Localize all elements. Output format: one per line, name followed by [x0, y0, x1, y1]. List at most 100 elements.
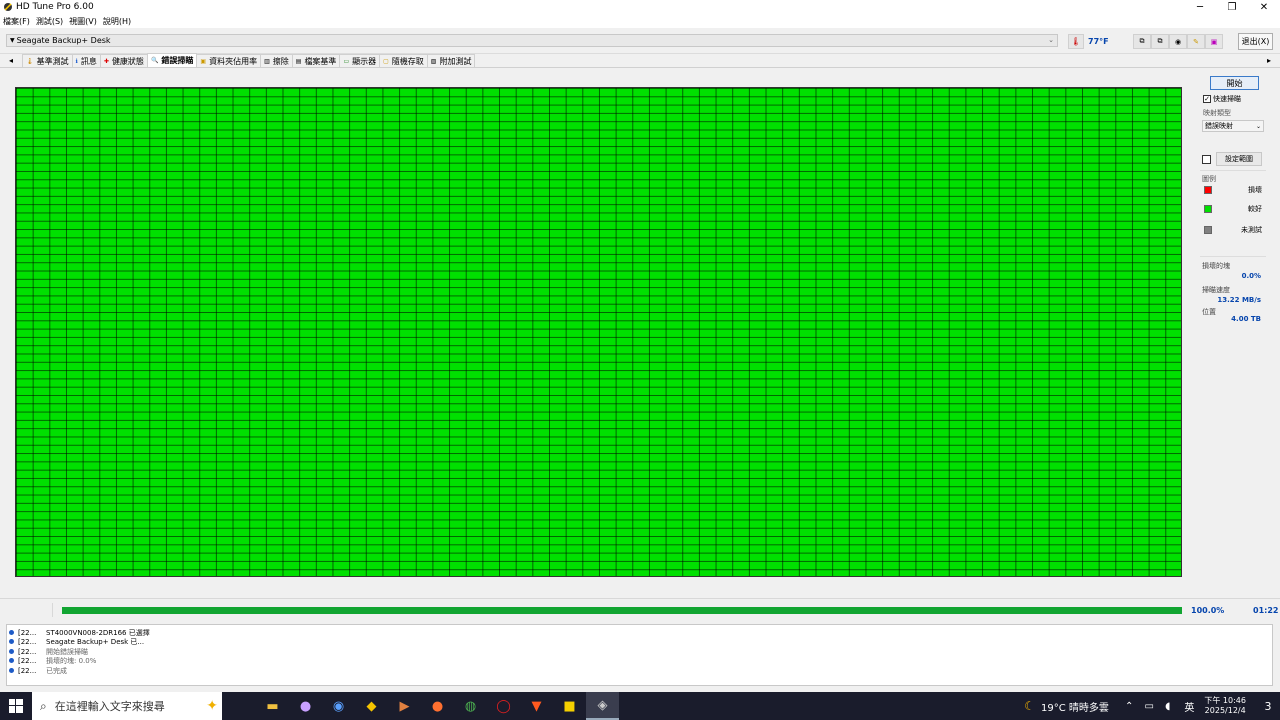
log-entry: [22... 損壞的塊: 0.0% [9, 656, 96, 665]
drive-dropdown-arrow-icon: ▼ [10, 37, 15, 44]
extra-tests-icon: ▧ [430, 57, 437, 65]
scan-progress-bar [62, 607, 1182, 614]
tab-benchmark[interactable]: 🌡 基準測試 [22, 54, 73, 67]
tab-erase[interactable]: ▥ 擦除 [260, 54, 293, 67]
info-dot-icon [9, 658, 14, 663]
set-range-button[interactable]: 設定範圍 [1216, 152, 1262, 166]
options-icon[interactable]: ✎ [1187, 34, 1205, 49]
error-scan-block-map [15, 87, 1182, 577]
damaged-blocks-value: 0.0% [1241, 272, 1261, 280]
menu-bar: 檔案(F) 測試(S) 視圖(V) 說明(H) [0, 14, 1280, 28]
clock[interactable]: 下午 10:46 2025/12/4 [1204, 696, 1246, 716]
file-explorer-icon[interactable]: ▬ [256, 692, 289, 720]
save-icon[interactable]: ▣ [1205, 34, 1223, 49]
legend-item-good: 較好 [1204, 204, 1262, 214]
error-scan-icon: 🔍 [150, 57, 159, 64]
taskbar: ⌕ 在這裡輸入文字來搜尋 ✦ ▬ ● ◉ ◆ ▶ ● ◍ ◯ ▼ ■ ◈ ☾ 1… [0, 692, 1280, 720]
screenshot-icon[interactable]: ◉ [1169, 34, 1187, 49]
search-icon: ⌕ [40, 698, 47, 713]
tab-file-benchmark[interactable]: ▤ 檔案基準 [291, 54, 341, 67]
maps-pin-icon[interactable]: ● [289, 692, 322, 720]
menu-file[interactable]: 檔案(F) [3, 16, 30, 27]
ime-indicator[interactable]: 英 [1184, 699, 1194, 714]
title-bar: HD Tune Pro 6.00 ─ ❐ ✕ [0, 0, 1280, 14]
tab-monitor[interactable]: ▭ 顯示器 [339, 54, 381, 67]
quick-scan-label: 快速掃瞄 [1213, 95, 1241, 103]
scan-progress-fill [62, 607, 1182, 614]
weather-widget[interactable]: ☾ 19°C 晴時多雲 [1024, 699, 1109, 714]
start-button[interactable]: 開始 [1210, 76, 1259, 90]
temperature-readout: 77°F [1088, 37, 1109, 46]
close-button[interactable]: ✕ [1248, 0, 1280, 14]
copilot-sparkle-icon[interactable]: ✦ [206, 698, 218, 714]
tab-random-access[interactable]: ▢ 隨機存取 [379, 54, 428, 67]
tool-app-icon[interactable]: ◆ [355, 692, 388, 720]
qbittorrent-icon[interactable]: ◉ [322, 692, 355, 720]
drive-select[interactable]: ▼ Seagate Backup+ Desk ⌄ [6, 34, 1058, 47]
opera-icon[interactable]: ◯ [487, 692, 520, 720]
tab-health[interactable]: ✚ 健康狀態 [99, 54, 148, 67]
chevron-down-icon: ⌄ [1255, 122, 1261, 130]
file-benchmark-icon: ▤ [295, 57, 302, 65]
event-log[interactable]: [22... ST4000VN008-2DR166 已選擇 [22... Sea… [6, 624, 1273, 686]
error-scan-panel: 開始 ✓ 快速掃瞄 映射類型 錯誤映射 ⌄ 設定範圍 圖例 損壞 較好 未測試 [0, 68, 1280, 598]
copy-text-icon[interactable]: ⧉ [1133, 34, 1151, 49]
notification-center-icon[interactable]: 3 [1256, 692, 1280, 720]
scan-stats: 損壞的塊 0.0% 掃瞄速度 13.22 MB/s 位置 4.00 TB [1200, 256, 1266, 334]
scan-speed-value: 13.22 MB/s [1217, 296, 1261, 304]
taskbar-search[interactable]: ⌕ 在這裡輸入文字來搜尋 ✦ [32, 692, 222, 720]
thermometer-icon[interactable]: 🌡 [1068, 34, 1084, 49]
legend-item-untested: 未測試 [1204, 225, 1262, 235]
tab-strip: ◂ 🌡 基準測試 ℹ 訊息 ✚ 健康狀態 🔍 錯誤掃瞄 ▣ 資料夾佔用率 ▥ 擦除 ▤ 檔案基… [0, 53, 1280, 68]
minimize-button[interactable]: ─ [1184, 0, 1216, 14]
weather-moon-icon: ☾ [1024, 699, 1036, 713]
tab-folder-usage[interactable]: ▣ 資料夾佔用率 [196, 54, 262, 67]
chrome-icon[interactable]: ◍ [454, 692, 487, 720]
info-dot-icon [9, 630, 14, 635]
info-dot-icon [9, 639, 14, 644]
legend: 圖例 損壞 較好 未測試 [1200, 170, 1266, 242]
info-icon: ℹ [75, 57, 78, 65]
tab-info[interactable]: ℹ 訊息 [71, 54, 101, 67]
windows-start-icon[interactable] [0, 692, 32, 720]
system-tray: ☾ 19°C 晴時多雲 ⌃ ▭ ◖ 英 下午 10:46 2025/12/4 3 [1024, 692, 1280, 720]
tab-extra-tests[interactable]: ▧ 附加測試 [426, 54, 476, 67]
quick-scan-checkbox[interactable]: ✓ [1203, 95, 1211, 103]
position-label: 位置 [1202, 308, 1216, 316]
firefox-icon[interactable]: ● [421, 692, 454, 720]
hd-tune-app-icon [4, 3, 12, 11]
info-dot-icon [9, 668, 14, 673]
set-range-checkbox[interactable] [1202, 155, 1211, 164]
legend-swatch-good [1204, 205, 1212, 213]
search-placeholder: 在這裡輸入文字來搜尋 [54, 700, 165, 713]
legend-title: 圖例 [1202, 175, 1216, 183]
log-entry: [22... Seagate Backup+ Desk 已... [9, 637, 144, 646]
sticky-notes-icon[interactable]: ■ [553, 692, 586, 720]
brave-icon[interactable]: ▼ [520, 692, 553, 720]
copy-image-icon[interactable]: ⧉ [1151, 34, 1169, 49]
legend-swatch-untested [1204, 226, 1212, 234]
health-icon: ✚ [103, 57, 109, 65]
maximize-button[interactable]: ❐ [1216, 0, 1248, 14]
log-entry: [22... 已完成 [9, 666, 67, 675]
tab-scroll-left-icon[interactable]: ◂ [0, 54, 22, 67]
window-title: HD Tune Pro 6.00 [16, 2, 94, 12]
quick-scan-option[interactable]: ✓ 快速掃瞄 [1203, 94, 1241, 104]
hd-tune-taskbar-icon[interactable]: ◈ [586, 692, 619, 720]
damaged-blocks-label: 損壞的塊 [1202, 262, 1230, 270]
menu-help[interactable]: 說明(H) [103, 16, 131, 27]
media-app-icon[interactable]: ▶ [388, 692, 421, 720]
progress-percent: 100.0% [1191, 606, 1225, 615]
progress-spacer [6, 603, 53, 617]
info-dot-icon [9, 649, 14, 654]
map-type-select[interactable]: 錯誤映射 ⌄ [1202, 120, 1264, 132]
exit-button[interactable]: 退出(X) [1238, 33, 1273, 50]
elapsed-time: 01:22 [1253, 606, 1279, 615]
menu-test[interactable]: 測試(S) [36, 16, 63, 27]
tray-icons[interactable]: ⌃ ▭ ◖ [1125, 701, 1174, 712]
legend-swatch-damaged [1204, 186, 1212, 194]
tab-scroll-right-icon[interactable]: ▸ [1264, 54, 1274, 67]
menu-view[interactable]: 視圖(V) [69, 16, 97, 27]
benchmark-icon: 🌡 [26, 57, 34, 65]
tab-error-scan[interactable]: 🔍 錯誤掃瞄 [146, 53, 198, 67]
